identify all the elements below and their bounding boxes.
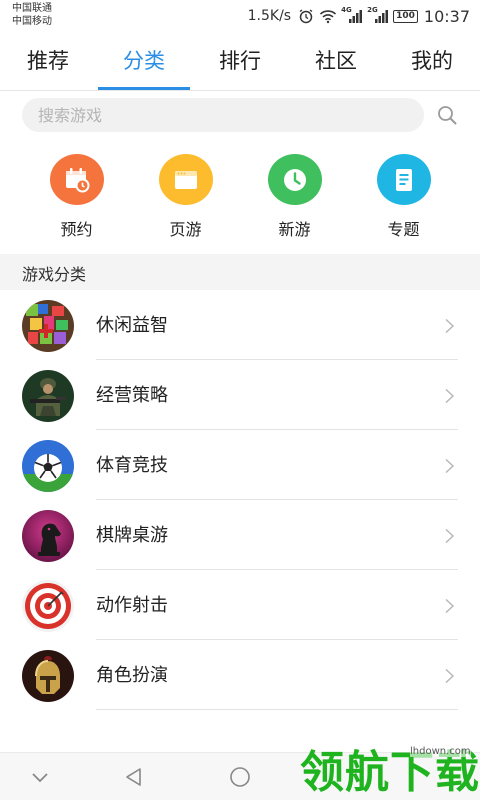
quick-entry-newgames[interactable]: 新游	[240, 154, 349, 240]
category-label: 动作射击	[96, 595, 168, 616]
chevron-right-icon	[445, 668, 455, 684]
tab-mine[interactable]: 我的	[384, 32, 480, 90]
browser-window-icon	[158, 154, 213, 205]
quick-entry-topics[interactable]: 专题	[349, 154, 458, 240]
carrier-info: 中国联通 中国移动	[12, 2, 52, 28]
wifi-icon	[320, 10, 337, 24]
calendar-clock-icon	[49, 154, 104, 205]
list-item[interactable]: 休闲益智	[0, 290, 480, 360]
search-box[interactable]	[22, 98, 424, 132]
signal-1: 4G	[341, 6, 363, 24]
signal-2: 2G	[367, 6, 389, 24]
chevron-right-icon	[445, 598, 455, 614]
divider	[96, 709, 458, 710]
category-label: 棋牌桌游	[96, 525, 168, 546]
chess-knight-icon	[22, 510, 74, 562]
search-input[interactable]	[38, 98, 398, 132]
category-label: 角色扮演	[96, 665, 168, 686]
status-bar: 中国联通 中国移动 1.5K/s 4G 2G 100 10:37	[0, 0, 480, 32]
clock-icon	[267, 154, 322, 205]
list-item[interactable]: 体育竞技	[0, 430, 480, 500]
status-indicators: 1.5K/s 4G 2G 100 10:37	[248, 6, 470, 26]
category-label: 体育竞技	[96, 455, 168, 476]
category-label: 休闲益智	[96, 315, 168, 336]
category-label: 经营策略	[96, 385, 168, 406]
chevron-right-icon	[445, 388, 455, 404]
chevron-right-icon	[445, 458, 455, 474]
category-list: 休闲益智 经营策略 体育竞技 棋牌桌游 动作射击 角色扮演	[0, 290, 480, 710]
carrier-2: 中国移动	[12, 16, 52, 27]
quick-entries: 预约 页游 新游 专题	[22, 154, 458, 240]
soldier-icon	[22, 370, 74, 422]
search-icon[interactable]	[436, 104, 458, 126]
top-tab-bar: 推荐 分类 排行 社区 我的	[0, 32, 480, 90]
home-icon[interactable]	[228, 765, 252, 789]
carrier-1: 中国联通	[12, 3, 52, 14]
quick-entry-label: 预约	[60, 220, 93, 239]
quick-entry-reserve[interactable]: 预约	[22, 154, 131, 240]
target-icon	[22, 580, 74, 632]
signal-bars-icon	[349, 10, 363, 23]
tab-ranking[interactable]: 排行	[192, 32, 288, 90]
list-item[interactable]: 经营策略	[0, 360, 480, 430]
hide-keyboard-chevron-icon[interactable]	[28, 765, 52, 789]
section-header: 游戏分类	[0, 254, 480, 290]
soccer-ball-icon	[22, 440, 74, 492]
tab-community[interactable]: 社区	[288, 32, 384, 90]
battery-indicator: 100	[393, 9, 418, 23]
chevron-right-icon	[445, 528, 455, 544]
document-icon	[376, 154, 431, 205]
quick-entry-label: 专题	[387, 220, 420, 239]
puzzle-blocks-icon	[22, 300, 74, 352]
quick-entry-label: 页游	[169, 220, 202, 239]
list-item[interactable]: 棋牌桌游	[0, 500, 480, 570]
divider	[0, 90, 480, 91]
tab-recommend[interactable]: 推荐	[0, 32, 96, 90]
signal-bars-icon	[375, 10, 389, 23]
alarm-icon	[299, 9, 313, 24]
quick-entry-label: 新游	[278, 220, 311, 239]
net-speed: 1.5K/s	[247, 8, 292, 24]
back-icon[interactable]	[122, 765, 146, 789]
quick-entry-webgames[interactable]: 页游	[131, 154, 240, 240]
helmet-icon	[22, 650, 74, 702]
watermark-url: lhdown.com	[410, 746, 471, 757]
tab-categories[interactable]: 分类	[96, 32, 192, 90]
clock: 10:37	[423, 6, 470, 26]
list-item[interactable]: 动作射击	[0, 570, 480, 640]
chevron-right-icon	[445, 318, 455, 334]
list-item[interactable]: 角色扮演	[0, 640, 480, 710]
